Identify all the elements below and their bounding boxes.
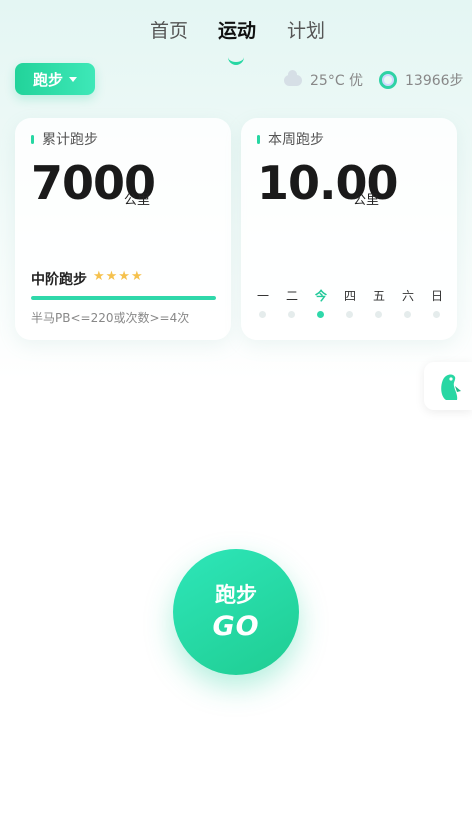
weekday-label: 四 bbox=[343, 289, 356, 303]
weather-text: 25°C 优 bbox=[310, 73, 364, 89]
weekday-dot bbox=[288, 311, 295, 318]
level-stars: ★★★★ bbox=[93, 269, 144, 284]
start-run-button[interactable]: 跑步 GO bbox=[173, 549, 299, 675]
sport-type-label: 跑步 bbox=[32, 70, 63, 89]
weekday-label: 六 bbox=[401, 289, 414, 303]
level-requirement-note: 半马PB<=220或次数>=4次 bbox=[31, 311, 190, 325]
go-button-label: 跑步 bbox=[215, 583, 257, 607]
sport-type-dropdown[interactable]: 跑步 bbox=[15, 63, 95, 95]
total-distance-unit: 公里 bbox=[124, 193, 151, 208]
active-tab-indicator bbox=[228, 54, 244, 65]
total-running-card[interactable]: 累计跑步 7000 公里 中阶跑步 ★★★★ 半马PB<=220或次数>=4次 bbox=[15, 118, 231, 340]
level-progress-fill bbox=[31, 296, 216, 300]
total-card-header: 累计跑步 bbox=[31, 129, 98, 149]
weekday-label: 一 bbox=[256, 289, 269, 303]
level-label: 中阶跑步 bbox=[31, 272, 87, 288]
weekday-dot bbox=[259, 311, 266, 318]
weekday-dot bbox=[317, 311, 324, 318]
weather-info: 25°C 优 bbox=[284, 69, 364, 90]
weekly-card-title: 本周跑步 bbox=[268, 132, 324, 148]
weekday-dot bbox=[346, 311, 353, 318]
tab-home[interactable]: 首页 bbox=[150, 16, 188, 43]
title-marker bbox=[31, 134, 34, 144]
total-card-title: 累计跑步 bbox=[42, 132, 98, 148]
weekday-label: 二 bbox=[285, 289, 298, 303]
step-count: 13966步 bbox=[405, 73, 464, 89]
tab-sport[interactable]: 运动 bbox=[218, 16, 256, 43]
weekday-label: 日 bbox=[430, 289, 443, 303]
weekday-dot bbox=[404, 311, 411, 318]
weekly-card-header: 本周跑步 bbox=[257, 129, 324, 149]
weekday-label: 今 bbox=[314, 289, 327, 303]
weekday-label: 五 bbox=[372, 289, 385, 303]
cloud-icon bbox=[284, 69, 302, 86]
level-progress-bar bbox=[31, 296, 216, 300]
weekly-distance-unit: 公里 bbox=[353, 193, 380, 208]
weekday-dot bbox=[375, 311, 382, 318]
title-marker bbox=[257, 134, 260, 144]
top-tabs: 首页 运动 计划 bbox=[0, 16, 472, 65]
weekday-row: 一二今四五六日 bbox=[241, 287, 457, 327]
weekday-dot bbox=[433, 311, 440, 318]
go-button-sublabel: GO bbox=[212, 611, 260, 642]
tab-plan[interactable]: 计划 bbox=[287, 16, 325, 43]
penguin-icon bbox=[441, 374, 461, 400]
floating-mascot-button[interactable] bbox=[424, 362, 472, 410]
caret-down-icon bbox=[69, 76, 77, 82]
step-counter[interactable]: 13966步 bbox=[379, 70, 464, 90]
step-ring-icon bbox=[379, 71, 397, 89]
weekly-running-card[interactable]: 本周跑步 10.00 公里 一二今四五六日 bbox=[241, 118, 457, 340]
